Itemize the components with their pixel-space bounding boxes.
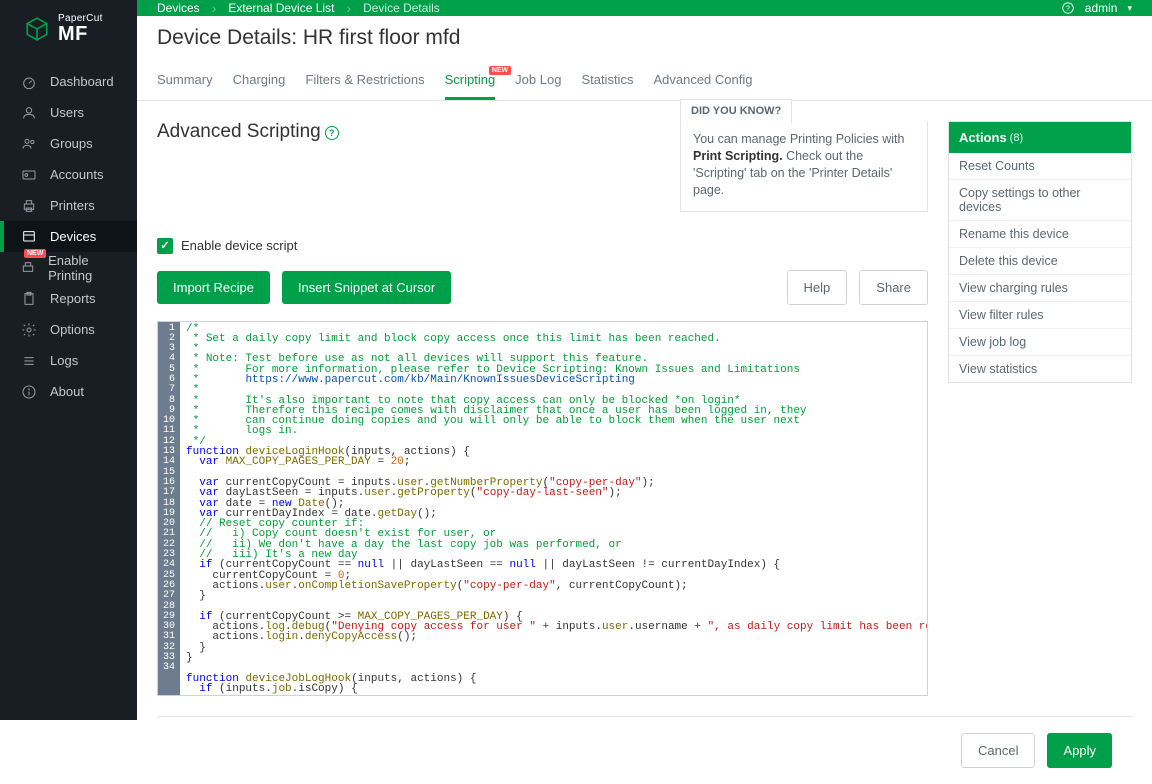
printer-icon (20, 197, 38, 215)
tabs: Summary Charging Filters & Restrictions … (137, 64, 1152, 101)
import-recipe-button[interactable]: Import Recipe (157, 271, 270, 304)
nav-accounts[interactable]: Accounts (0, 159, 137, 190)
nav-logs[interactable]: Logs (0, 345, 137, 376)
cancel-button[interactable]: Cancel (961, 733, 1035, 768)
line-gutter: 1234567891011121314151617181920212223242… (158, 322, 180, 695)
nav-options[interactable]: Options (0, 314, 137, 345)
nav-devices[interactable]: Devices (0, 221, 137, 252)
section-title: Advanced Scripting ? (157, 121, 339, 143)
id-icon (20, 166, 38, 184)
share-button[interactable]: Share (859, 270, 928, 305)
nav: Dashboard Users Groups Accounts Printers… (0, 66, 137, 407)
list-icon (20, 352, 38, 370)
nav-label: Reports (50, 291, 96, 306)
gauge-icon (20, 73, 38, 91)
actions-header: Actions (8) (949, 122, 1131, 153)
tab-advanced[interactable]: Advanced Config (653, 64, 752, 100)
nav-about[interactable]: About (0, 376, 137, 407)
nav-label: Logs (50, 353, 78, 368)
code-editor[interactable]: 1234567891011121314151617181920212223242… (157, 321, 928, 696)
nav-label: Users (50, 105, 84, 120)
enable-icon (20, 259, 36, 277)
did-you-know: DID YOU KNOW? You can manage Printing Po… (680, 121, 928, 212)
admin-label: admin (1085, 1, 1118, 15)
action-delete[interactable]: Delete this device (949, 247, 1131, 274)
crumb-devices[interactable]: Devices (157, 1, 200, 15)
chevron-right-icon: › (208, 0, 221, 16)
action-copy-settings[interactable]: Copy settings to other devices (949, 179, 1131, 220)
action-reset-counts[interactable]: Reset Counts (949, 153, 1131, 179)
sidebar: PaperCut MF Dashboard Users Groups Accou… (0, 0, 137, 720)
tab-scripting[interactable]: ScriptingNEW (445, 64, 496, 100)
chevron-right-icon: › (342, 0, 355, 16)
nav-reports[interactable]: Reports (0, 283, 137, 314)
nav-printers[interactable]: Printers (0, 190, 137, 221)
main: Devices › External Device List › Device … (137, 0, 1152, 720)
enable-script-checkbox[interactable]: ✓ (157, 238, 173, 254)
actions-panel: Actions (8) Reset Counts Copy settings t… (948, 121, 1132, 383)
nav-label: Groups (50, 136, 93, 151)
page-title: Device Details: HR first floor mfd (157, 26, 1132, 50)
apply-button[interactable]: Apply (1047, 733, 1112, 768)
action-statistics[interactable]: View statistics (949, 355, 1131, 382)
enable-label: Enable device script (181, 238, 297, 253)
nav-dashboard[interactable]: Dashboard (0, 66, 137, 97)
help-icon: ? (1061, 1, 1075, 15)
nav-label: Dashboard (50, 74, 114, 89)
crumb-list[interactable]: External Device List (228, 1, 334, 15)
nav-label: Enable Printing (48, 253, 127, 283)
tab-charging[interactable]: Charging (233, 64, 286, 100)
clipboard-icon (20, 290, 38, 308)
action-charging-rules[interactable]: View charging rules (949, 274, 1131, 301)
tab-summary[interactable]: Summary (157, 64, 213, 100)
nav-groups[interactable]: Groups (0, 128, 137, 159)
new-badge: NEW (489, 66, 511, 75)
tab-filters[interactable]: Filters & Restrictions (305, 64, 424, 100)
device-icon (20, 228, 38, 246)
nav-label: Devices (50, 229, 96, 244)
insert-snippet-button[interactable]: Insert Snippet at Cursor (282, 271, 451, 304)
svg-text:?: ? (1066, 5, 1070, 12)
chevron-down-icon: ▾ (1127, 3, 1132, 14)
info-icon (20, 383, 38, 401)
users-icon (20, 135, 38, 153)
nav-label: Accounts (50, 167, 103, 182)
logo: PaperCut MF (0, 0, 137, 54)
tab-joblog[interactable]: Job Log (515, 64, 561, 100)
nav-enable-printing[interactable]: NEWEnable Printing (0, 252, 137, 283)
nav-label: Printers (50, 198, 95, 213)
logo-icon (24, 16, 50, 42)
new-badge: NEW (24, 249, 46, 258)
user-icon (20, 104, 38, 122)
nav-label: Options (50, 322, 95, 337)
nav-users[interactable]: Users (0, 97, 137, 128)
nav-label: About (50, 384, 84, 399)
user-menu[interactable]: ? admin ▾ (1061, 1, 1132, 15)
footer: Cancel Apply (157, 716, 1132, 784)
brand-bottom: MF (58, 24, 103, 44)
crumb-current: Device Details (363, 1, 440, 15)
didyou-title: DID YOU KNOW? (680, 99, 792, 124)
breadcrumb: Devices › External Device List › Device … (137, 0, 1152, 16)
tab-statistics[interactable]: Statistics (581, 64, 633, 100)
help-button[interactable]: Help (787, 270, 848, 305)
action-rename[interactable]: Rename this device (949, 220, 1131, 247)
help-icon[interactable]: ? (325, 126, 339, 140)
action-job-log[interactable]: View job log (949, 328, 1131, 355)
code-body[interactable]: /* * Set a daily copy limit and block co… (180, 322, 928, 695)
action-filter-rules[interactable]: View filter rules (949, 301, 1131, 328)
gear-icon (20, 321, 38, 339)
